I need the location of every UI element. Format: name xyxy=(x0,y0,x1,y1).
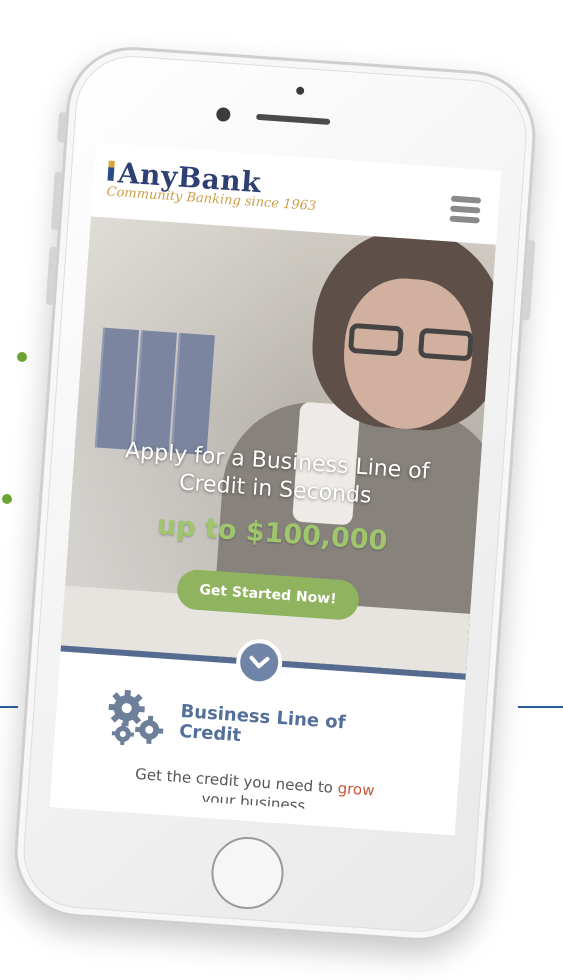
decorative-line xyxy=(0,706,18,708)
phone-mockup: AnyBank Community Banking since 1963 App… xyxy=(10,42,540,946)
marketing-stage: AnyBank Community Banking since 1963 App… xyxy=(0,0,563,980)
product-section: Business Line of Credit Get the credit y… xyxy=(49,673,464,836)
hero-banner: Apply for a Business Line of Credit in S… xyxy=(60,216,496,674)
decorative-green-dot xyxy=(2,494,12,504)
hero-content: Apply for a Business Line of Credit in S… xyxy=(64,434,481,629)
logo-mark-icon xyxy=(107,160,115,181)
hamburger-menu-icon[interactable] xyxy=(449,195,482,224)
product-description: Get the credit you need to grow your bus… xyxy=(51,759,458,819)
decorative-line xyxy=(518,706,563,708)
product-title: Business Line of Credit xyxy=(178,701,370,755)
product-description-accent: grow xyxy=(337,779,376,800)
phone-screen: AnyBank Community Banking since 1963 App… xyxy=(49,142,502,836)
chevron-down-icon xyxy=(249,655,270,669)
decorative-green-dot xyxy=(17,352,27,362)
gears-icon xyxy=(108,690,164,746)
brand-logo[interactable]: AnyBank Community Banking since 1963 xyxy=(106,156,319,214)
